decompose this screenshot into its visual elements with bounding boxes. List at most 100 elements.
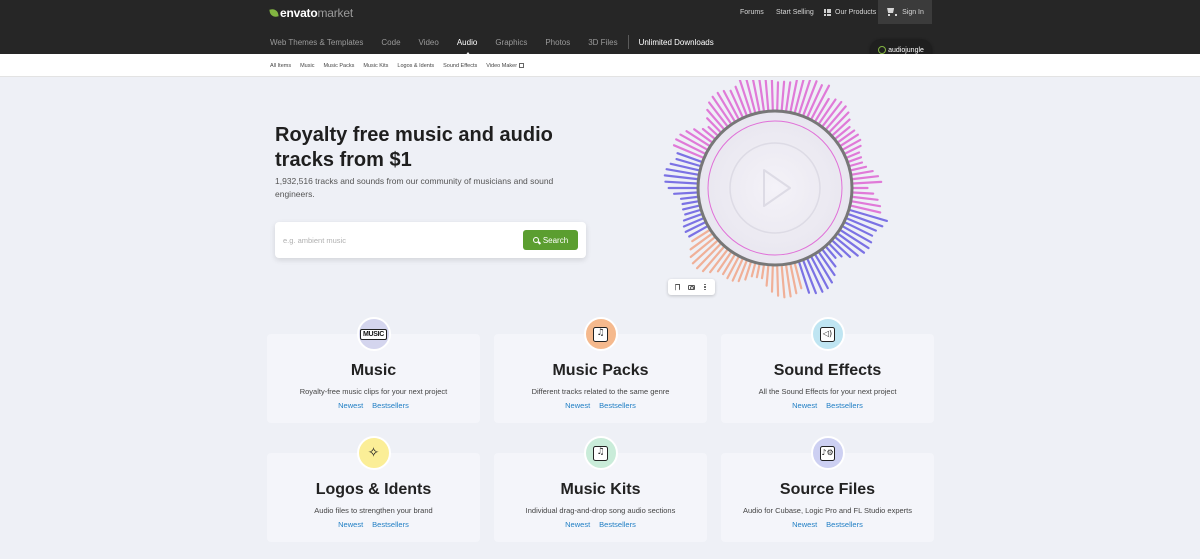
waveform-bar [851,175,880,181]
leaf-icon [269,8,279,18]
card-links: Newest Bestsellers [721,520,934,529]
waveform-bar [679,195,699,200]
newest-link[interactable]: Newest [338,520,363,529]
external-link-icon [519,63,525,68]
audiojungle-logo-icon [878,46,887,54]
card-links: Newest Bestsellers [494,401,707,410]
subnav-music-packs[interactable]: Music Packs [323,63,354,69]
bestsellers-link[interactable]: Bestsellers [826,401,863,410]
unlimited-downloads-link[interactable]: Unlimited Downloads [637,38,715,57]
waveform-bar [770,264,774,293]
waveform-bar [851,180,883,185]
nav-audio[interactable]: Audio [457,38,477,56]
newest-link[interactable]: Newest [565,401,590,410]
waveform-bar [664,180,699,185]
speaker-icon: ◁) [810,317,845,351]
category-card-music[interactable]: MUSIC Music Royalty-free music clips for… [267,317,480,423]
camera-icon[interactable] [687,283,695,291]
audio-waveform-illustration [663,80,888,299]
waveform-bar [784,264,792,298]
newest-link[interactable]: Newest [338,401,363,410]
more-vertical-icon[interactable] [701,283,709,291]
card-description: Different tracks related to the same gen… [531,387,670,396]
search-input[interactable] [283,232,513,248]
search-box: Search [275,222,586,258]
nav-video[interactable]: Video [419,38,439,47]
waveform-bar [706,117,722,134]
waveform-bar [780,80,786,112]
newest-link[interactable]: Newest [792,401,817,410]
waveform-bar [770,80,774,112]
hero-subtitle: 1,932,516 tracks and sounds from our com… [275,176,554,199]
category-nav: Web Themes & Templates Code Video Audio … [270,35,715,57]
subnav-video-maker[interactable]: Video Maker [486,63,525,69]
subnav-all-items[interactable]: All Items [270,63,291,69]
category-card-music-kits[interactable]: ♫ Music Kits Individual drag-and-drop so… [494,436,707,542]
subnav-music-kits[interactable]: Music Kits [363,63,388,69]
search-icon [532,237,539,243]
start-selling-link[interactable]: Start Selling [776,0,814,24]
envato-market-logo[interactable]: envato market [269,5,353,21]
hero-title: Royalty free music and audio tracks from… [275,124,553,171]
waveform-bar [848,161,864,168]
logo-text-bold: envato [280,6,318,20]
waveform-bar [821,248,837,268]
waveform-bar [673,191,699,195]
waveform-bar [839,133,859,147]
category-card-source-files[interactable]: ♪⚙ Source Files Audio for Cubase, Logic … [721,436,934,542]
category-card-sound-effects[interactable]: ◁) Sound Effects All the Sound Effects f… [721,317,934,423]
waveform-bar [734,85,748,117]
card-title: Logos & Idents [315,481,432,498]
waveform-bar [776,81,780,112]
card-description: Royalty-free music clips for your next p… [299,387,448,396]
nav-photos[interactable]: Photos [545,38,570,47]
our-products-menu[interactable]: Our Products [824,0,876,24]
category-card-music-packs[interactable]: ♫ Music Packs Different tracks related t… [494,317,707,423]
waveform-bar [845,151,861,159]
card-title: Music Packs [552,362,649,379]
waveform-bar [849,165,868,172]
waveform-bar [726,255,740,280]
forums-link[interactable]: Forums [740,0,764,24]
bestsellers-link[interactable]: Bestsellers [826,520,863,529]
card-description: Audio for Cubase, Logic Pro and FL Studi… [743,506,912,515]
bestsellers-link[interactable]: Bestsellers [372,520,409,529]
waveform-bar [851,195,879,201]
nav-3d-files[interactable]: 3D Files [588,38,617,47]
card-description: Audio files to strengthen your brand [314,506,433,515]
waveform-bar [691,229,711,243]
waveform-bar [828,242,843,258]
nav-code[interactable]: Code [381,38,400,47]
waveform-bar [765,264,770,287]
waveform-bar [848,208,888,222]
waveform-bar [682,204,701,211]
nav-web-themes[interactable]: Web Themes & Templates [270,38,363,47]
source-file-gear-icon: ♪⚙ [810,436,845,470]
newest-link[interactable]: Newest [565,520,590,529]
category-card-logos-idents[interactable]: ✧ Logos & Idents Audio files to strength… [267,436,480,542]
newest-link[interactable]: Newest [792,520,817,529]
bestsellers-link[interactable]: Bestsellers [372,401,409,410]
search-button[interactable]: Search [523,230,578,250]
music-kit-icon: ♫ [583,436,618,470]
audiojungle-badge-label: audiojungle [888,46,924,54]
waveform-bar [851,191,875,195]
bestsellers-link[interactable]: Bestsellers [599,401,636,410]
subnav-logos-idents[interactable]: Logos & Idents [397,63,434,69]
cart-icon[interactable] [886,8,898,16]
bookmark-icon[interactable] [674,283,682,291]
subnav-music[interactable]: Music [300,63,314,69]
top-header: envato market Forums Start Selling Our P… [0,0,1200,57]
waveform-bar [784,81,792,112]
search-button-label: Search [542,235,569,245]
music-packs-icon: ♫ [583,317,618,351]
sign-in-link[interactable]: Sign In [902,9,924,16]
nav-graphics[interactable]: Graphics [495,38,527,47]
waveform-bar [684,208,702,216]
card-links: Newest Bestsellers [267,401,480,410]
card-title: Music [350,362,397,379]
card-description: Individual drag-and-drop song audio sect… [525,506,676,515]
subnav-sound-effects[interactable]: Sound Effects [443,63,477,69]
bestsellers-link[interactable]: Bestsellers [599,520,636,529]
our-products-label: Our Products [835,8,877,16]
